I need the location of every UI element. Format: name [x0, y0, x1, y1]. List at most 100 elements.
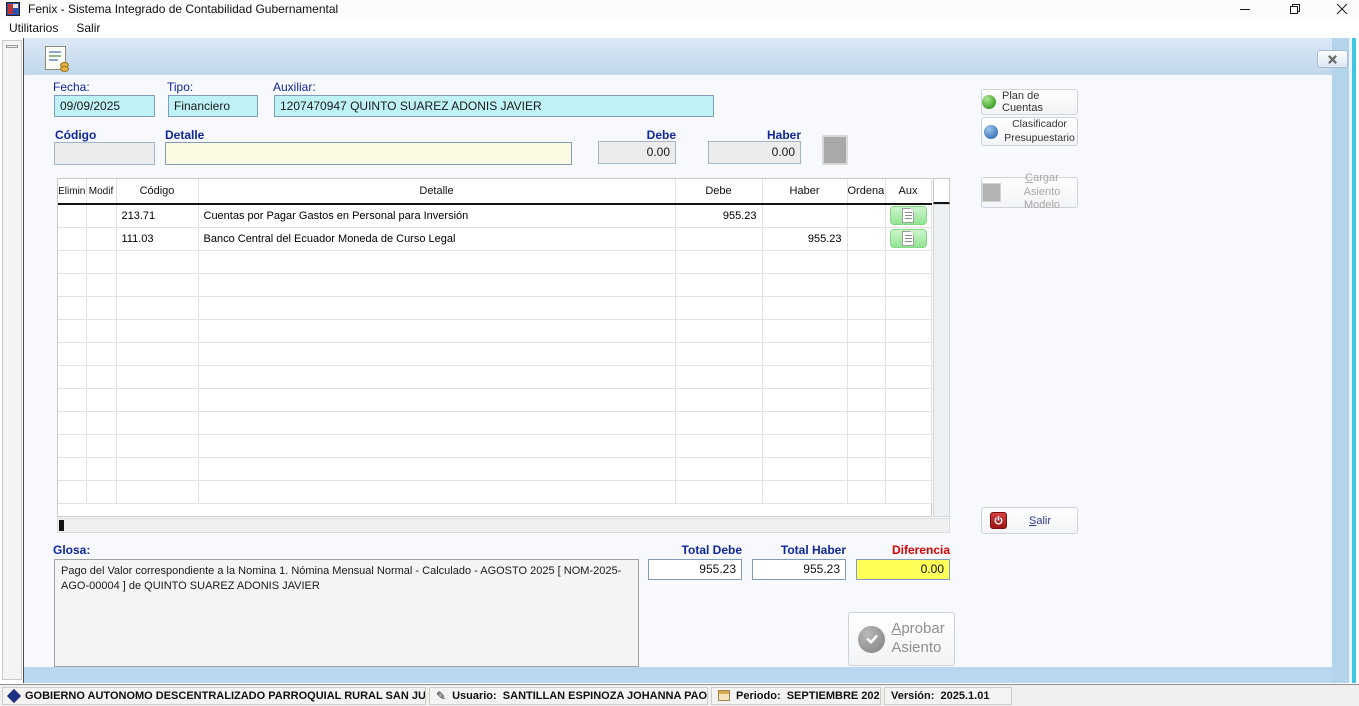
- close-button[interactable]: [1325, 0, 1359, 18]
- scroll-thumb[interactable]: [59, 520, 64, 531]
- cell-ordenar: [847, 296, 885, 319]
- cell-modif: [86, 273, 116, 296]
- grid-vertical-scrollbar[interactable]: [933, 204, 950, 517]
- status-periodo: Periodo: SEPTIEMBRE 2025: [711, 687, 881, 705]
- cell-detalle: [198, 319, 675, 342]
- cell-ordenar: [847, 457, 885, 480]
- header-ordenar[interactable]: Ordenar: [847, 179, 885, 204]
- cell-ordenar[interactable]: [847, 204, 885, 227]
- cell-debe: [675, 273, 762, 296]
- cell-codigo[interactable]: 111.03: [116, 227, 198, 250]
- collapsed-side-panel[interactable]: [2, 40, 22, 680]
- cell-debe: [675, 457, 762, 480]
- check-icon: [858, 626, 885, 653]
- cell-haber: [762, 342, 847, 365]
- header-detalle[interactable]: Detalle: [198, 179, 675, 204]
- cell-codigo: [116, 319, 198, 342]
- table-row: [58, 319, 931, 342]
- cell-debe[interactable]: 955.23: [675, 204, 762, 227]
- cell-haber: [762, 388, 847, 411]
- cell-modif[interactable]: [86, 227, 116, 250]
- table-row[interactable]: 111.03Banco Central del Ecuador Moneda d…: [58, 227, 931, 250]
- document-icon: [902, 208, 914, 223]
- cell-codigo: [116, 296, 198, 319]
- cell-codigo: [116, 365, 198, 388]
- salir-button[interactable]: Salir: [981, 507, 1078, 534]
- mdi-bottom-strip: [24, 667, 1332, 683]
- user-pencil-icon: ✎: [436, 689, 446, 703]
- header-aux[interactable]: Aux: [885, 179, 931, 204]
- tipo-label: Tipo:: [167, 80, 193, 94]
- clasificador-presupuestario-button[interactable]: ClasificadorPresupuestario: [981, 117, 1078, 146]
- add-entry-button[interactable]: [822, 135, 848, 165]
- fecha-input[interactable]: 09/09/2025: [54, 95, 155, 117]
- mdi-close-button[interactable]: [1317, 50, 1348, 68]
- cell-haber: [762, 319, 847, 342]
- cell-ordenar[interactable]: [847, 227, 885, 250]
- aux-button[interactable]: [890, 206, 927, 225]
- cell-aux: [885, 296, 931, 319]
- cell-haber[interactable]: [762, 204, 847, 227]
- cell-detalle: [198, 457, 675, 480]
- cell-ordenar: [847, 480, 885, 503]
- header-elimin[interactable]: Elimin: [58, 179, 86, 204]
- debe-input[interactable]: 0.00: [598, 141, 676, 164]
- cell-debe: [675, 434, 762, 457]
- cell-debe: [675, 365, 762, 388]
- grid-scroll-header: [933, 178, 950, 204]
- aux-button[interactable]: [890, 229, 927, 248]
- header-codigo[interactable]: Código: [116, 179, 198, 204]
- header-haber[interactable]: Haber: [762, 179, 847, 204]
- cell-aux: [885, 342, 931, 365]
- table-row[interactable]: 213.71Cuentas por Pagar Gastos en Person…: [58, 204, 931, 227]
- cell-modif[interactable]: [86, 204, 116, 227]
- cell-detalle: [198, 250, 675, 273]
- cell-debe[interactable]: [675, 227, 762, 250]
- auxiliar-input[interactable]: 1207470947 QUINTO SUAREZ ADONIS JAVIER: [274, 95, 714, 117]
- menu-salir[interactable]: Salir: [67, 19, 109, 37]
- total-debe-label: Total Debe: [648, 543, 742, 557]
- cell-detalle[interactable]: Cuentas por Pagar Gastos en Personal par…: [198, 204, 675, 227]
- restore-button[interactable]: [1278, 0, 1312, 18]
- haber-input[interactable]: 0.00: [708, 141, 801, 164]
- grid-horizontal-scrollbar[interactable]: [57, 518, 950, 533]
- cell-modif: [86, 250, 116, 273]
- cell-aux: [885, 480, 931, 503]
- header-debe[interactable]: Debe: [675, 179, 762, 204]
- codigo-input[interactable]: [54, 142, 155, 165]
- cell-ordenar: [847, 273, 885, 296]
- minimize-button[interactable]: [1228, 0, 1262, 18]
- glosa-textarea[interactable]: Pago del Valor correspondiente a la Nomi…: [54, 559, 639, 667]
- cell-codigo: [116, 457, 198, 480]
- green-sphere-icon: [982, 95, 996, 109]
- fecha-label: Fecha:: [53, 80, 90, 94]
- codigo-label: Código: [55, 128, 96, 142]
- menubar: Utilitarios Salir: [0, 18, 1359, 38]
- menu-utilitarios[interactable]: Utilitarios: [0, 19, 67, 37]
- detalle-input[interactable]: [165, 142, 572, 165]
- cell-elimin: [58, 319, 86, 342]
- salir-label: Salir: [1029, 515, 1051, 527]
- cargar-asiento-modelo-button[interactable]: Cargar Asiento Modelo: [981, 177, 1078, 208]
- table-row: [58, 273, 931, 296]
- cell-haber[interactable]: 955.23: [762, 227, 847, 250]
- cell-codigo[interactable]: 213.71: [116, 204, 198, 227]
- cell-elimin[interactable]: [58, 227, 86, 250]
- cell-aux[interactable]: [885, 204, 931, 227]
- cell-aux: [885, 411, 931, 434]
- cell-detalle[interactable]: Banco Central del Ecuador Moneda de Curs…: [198, 227, 675, 250]
- plan-de-cuentas-button[interactable]: Plan de Cuentas: [981, 89, 1078, 115]
- table-row: [58, 365, 931, 388]
- plan-de-cuentas-label: Plan de Cuentas: [1002, 90, 1077, 114]
- cell-elimin: [58, 365, 86, 388]
- cell-elimin[interactable]: [58, 204, 86, 227]
- header-modif[interactable]: Modif: [86, 179, 116, 204]
- aprobar-asiento-button[interactable]: Aprobar Asiento: [848, 612, 955, 666]
- cell-elimin: [58, 480, 86, 503]
- cell-aux[interactable]: [885, 227, 931, 250]
- titlebar: Fenix - Sistema Integrado de Contabilida…: [0, 0, 1359, 18]
- mdi-close-icon: [1327, 54, 1338, 65]
- tipo-input[interactable]: Financiero: [168, 95, 258, 117]
- calendar-icon: [718, 690, 730, 701]
- cell-detalle: [198, 434, 675, 457]
